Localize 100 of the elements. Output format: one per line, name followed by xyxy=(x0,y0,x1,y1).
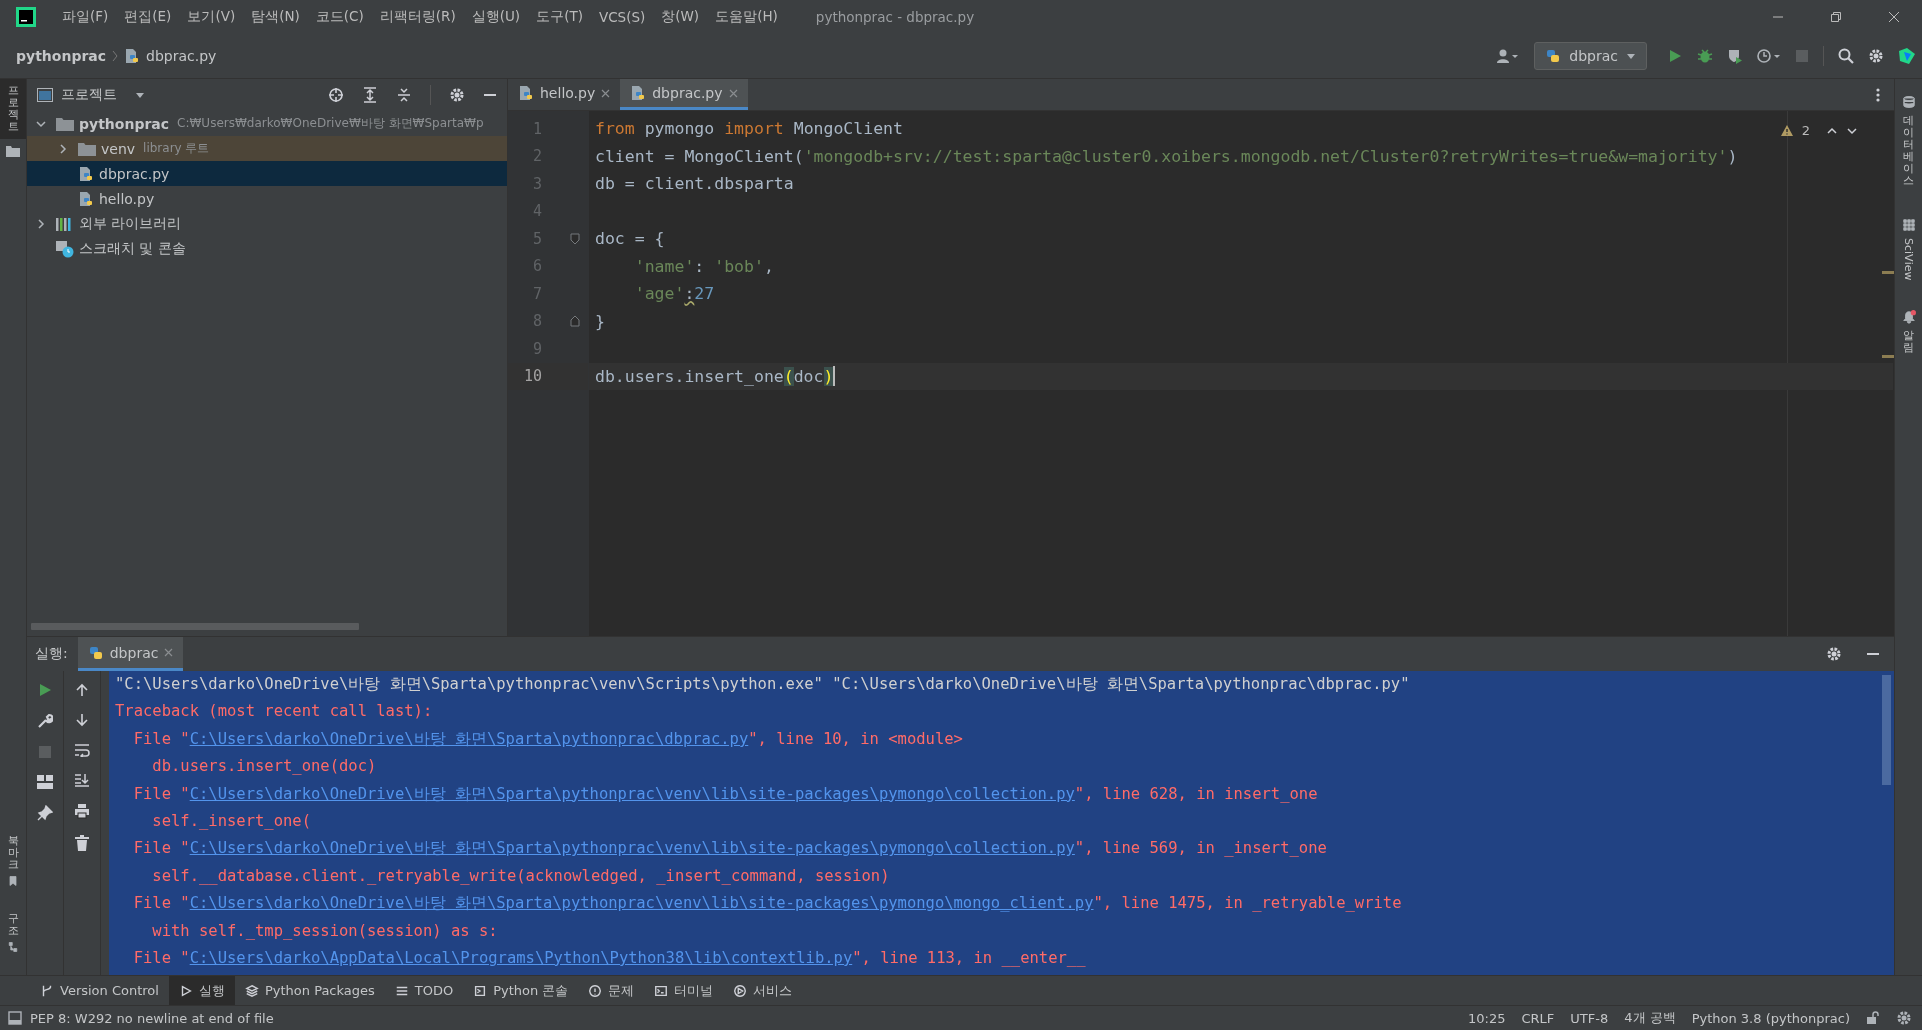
trash-icon[interactable] xyxy=(75,835,89,851)
code-line: from pymongo import MongoClient xyxy=(595,119,903,139)
tool-window-button[interactable]: 문제 xyxy=(578,976,645,1005)
tool-window-tab[interactable]: SciView xyxy=(1895,211,1922,287)
tool-window-tab[interactable]: 구조 xyxy=(0,906,26,959)
console-line: "C:\Users\darko\OneDrive\바탕 화면\Sparta\pythonprac\venv\Scripts\python.exe" "C:\Users\darko\OneDrive\바탕 화면\Sparta\pythonprac\dbprac.py" xyxy=(115,674,1411,695)
menu-item[interactable]: 창(W) xyxy=(653,8,708,26)
window-title: pythonprac - dbprac.py xyxy=(815,9,975,25)
status-item[interactable]: Python 3.8 (pythonprac) xyxy=(1691,1010,1850,1026)
folder-icon[interactable] xyxy=(6,145,20,158)
settings-icon[interactable] xyxy=(449,87,465,103)
editor-tab[interactable]: hello.py xyxy=(508,79,621,110)
tool-window-button[interactable]: 서비스 xyxy=(723,976,803,1005)
expand-all-icon[interactable] xyxy=(362,87,378,103)
target-icon[interactable] xyxy=(328,87,344,103)
folder-icon xyxy=(56,116,74,131)
layout-icon[interactable] xyxy=(37,775,53,789)
warning-count[interactable]: 2 xyxy=(1801,123,1810,138)
panel-title[interactable]: 프로젝트 xyxy=(61,86,117,104)
structure-icon xyxy=(7,941,19,953)
run-config-dropdown[interactable]: dbprac xyxy=(1534,42,1647,70)
menu-item[interactable]: 실행(U) xyxy=(463,8,529,26)
wrench-icon[interactable] xyxy=(37,713,53,729)
console-line: self.__database.client._retryable_write(acknowledged, _insert_command, session) xyxy=(151,865,891,887)
settings-icon[interactable] xyxy=(1896,1010,1912,1026)
tool-window-button[interactable]: 터미널 xyxy=(644,976,724,1005)
run-icon[interactable] xyxy=(1667,48,1683,64)
scrollbar-thumb[interactable] xyxy=(1882,675,1891,785)
console-line: File "C:\Users\darko\OneDrive\바탕 화면\Sparta\pythonprac\venv\lib\site-packages\pymongo\collection.py", line 628, in insert_one xyxy=(132,783,1319,805)
close-icon[interactable] xyxy=(601,88,611,98)
logo-icon[interactable] xyxy=(1898,47,1916,65)
chevron-icon xyxy=(35,217,47,230)
tree-item[interactable]: 외부 라이브러리 xyxy=(27,211,507,236)
database-icon xyxy=(1901,95,1916,109)
collapse-all-icon[interactable] xyxy=(396,87,412,103)
menu-item[interactable]: 도구(T) xyxy=(528,8,591,26)
layers-icon xyxy=(244,983,259,998)
project-view-icon xyxy=(37,88,53,102)
search-icon[interactable] xyxy=(1838,48,1854,64)
tool-window-button[interactable]: Python Packages xyxy=(234,976,385,1005)
tool-window-tab[interactable]: 알림 xyxy=(1895,304,1922,361)
status-item[interactable]: UTF-8 xyxy=(1570,1010,1609,1026)
tool-window-button[interactable]: 실행 xyxy=(168,976,235,1005)
menu-item[interactable]: 파일(F) xyxy=(54,8,117,26)
clock-icon[interactable] xyxy=(1757,48,1781,64)
lock-icon[interactable] xyxy=(1866,1011,1880,1025)
run-tab[interactable]: dbprac xyxy=(77,637,184,671)
tool-window-button[interactable]: TODO xyxy=(384,976,464,1005)
scrollbar-thumb[interactable] xyxy=(31,623,359,630)
tool-window-button[interactable]: Python 콘솔 xyxy=(463,976,579,1005)
restore-icon[interactable] xyxy=(1830,11,1842,23)
fold-icon[interactable] xyxy=(570,315,580,328)
console-line: Traceback (most recent call last): xyxy=(115,701,434,723)
print-icon[interactable] xyxy=(74,803,90,819)
panel-toggle-icon[interactable] xyxy=(8,1011,22,1025)
tree-item[interactable]: hello.py xyxy=(27,186,507,211)
warning-icon[interactable] xyxy=(1779,124,1794,137)
status-item[interactable]: CRLF xyxy=(1521,1010,1555,1026)
tree-item[interactable]: pythonprac C:₩Users₩darko₩OneDrive₩바탕 화면₩Sparta₩p xyxy=(27,111,507,136)
fold-icon[interactable] xyxy=(570,232,580,245)
caret-icon[interactable] xyxy=(135,91,145,99)
grid-icon xyxy=(1901,217,1916,232)
editor-tab[interactable]: dbprac.py xyxy=(620,79,748,110)
rerun-icon[interactable] xyxy=(38,683,52,697)
menu-item[interactable]: 보기(V) xyxy=(179,8,244,26)
tree-item[interactable]: dbprac.py xyxy=(27,161,507,186)
soft-wrap-icon[interactable] xyxy=(74,743,90,757)
folder-icon xyxy=(78,141,96,156)
status-item[interactable]: 4개 공백 xyxy=(1624,1009,1676,1027)
user-icon[interactable] xyxy=(1496,48,1521,64)
menu-item[interactable]: 편집(E) xyxy=(116,8,180,26)
more-icon[interactable] xyxy=(1876,87,1880,102)
bug-icon[interactable] xyxy=(1697,48,1713,64)
status-item[interactable]: 10:25 xyxy=(1468,1010,1506,1026)
text-cursor xyxy=(833,366,836,387)
close-icon[interactable] xyxy=(1888,11,1900,23)
breadcrumb[interactable]: dbprac.py xyxy=(146,48,217,64)
code-line: db.users.insert_one(doc) xyxy=(595,366,834,386)
up-arrow-icon[interactable] xyxy=(75,683,89,697)
tool-window-button[interactable]: Version Control xyxy=(30,976,169,1005)
tool-window-tab[interactable]: 데이터베이스 xyxy=(1895,89,1922,194)
tree-item[interactable]: venv library 루트 xyxy=(27,136,507,161)
console-line: with self._tmp_session(session) as s: xyxy=(151,920,499,942)
python-file-icon xyxy=(124,48,141,64)
menu-item[interactable]: 코드(C) xyxy=(307,8,372,26)
tool-window-tab[interactable]: 북마크 xyxy=(0,828,26,893)
tool-window-tab[interactable]: 프로젝트 xyxy=(0,79,26,140)
tree-item[interactable]: 스크래치 및 콘솔 xyxy=(27,236,507,261)
breadcrumb[interactable]: pythonprac xyxy=(16,48,107,64)
settings-icon[interactable] xyxy=(1868,48,1884,64)
shield-icon[interactable] xyxy=(1727,48,1743,64)
python-file-icon xyxy=(630,85,647,101)
menu-item[interactable]: 리팩터링(R) xyxy=(371,8,464,26)
settings-icon[interactable] xyxy=(1826,646,1842,662)
pin-icon[interactable] xyxy=(37,805,53,821)
scroll-to-end-icon[interactable] xyxy=(74,773,90,787)
menu-item[interactable]: 탐색(N) xyxy=(243,8,308,26)
menu-item[interactable]: VCS(S) xyxy=(590,9,654,25)
menu-item[interactable]: 도움말(H) xyxy=(707,8,786,26)
down-arrow-icon[interactable] xyxy=(75,713,89,727)
